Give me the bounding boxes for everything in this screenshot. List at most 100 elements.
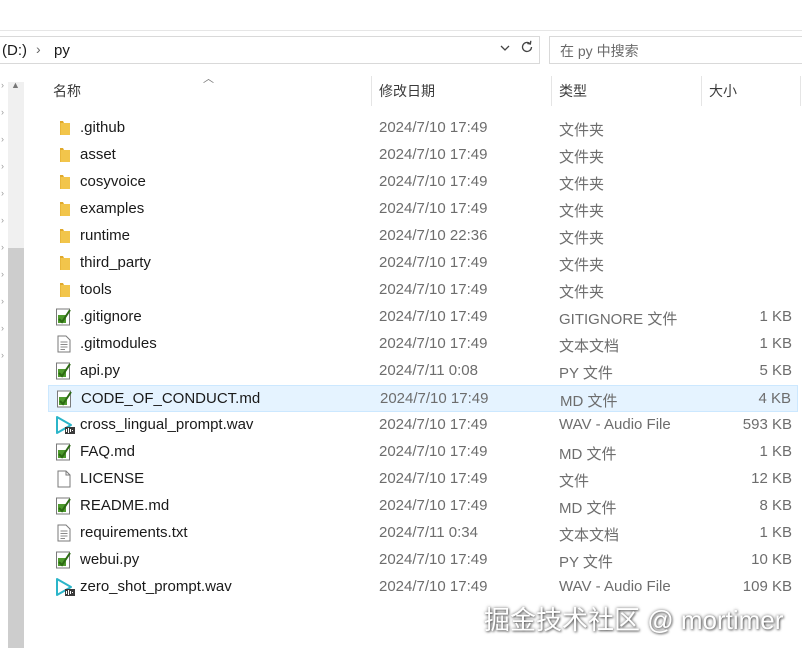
file-type: MD 文件: [559, 446, 617, 463]
sort-up-icon: ︿: [203, 73, 214, 85]
watermark: 掘金技术社区 @ mortimer: [484, 605, 784, 635]
file-row[interactable]: CODE_OF_CONDUCT.md 2024/7/10 17:49 MD 文件 4 …: [48, 385, 798, 412]
file-name: .gitmodules: [80, 335, 157, 352]
file-name: api.py: [80, 362, 121, 379]
file-row[interactable]: LICENSE 2024/7/10 17:49 文件 12 KB: [48, 466, 798, 493]
file-date: 2024/7/10 17:49: [379, 470, 488, 487]
file-size: 1 KB: [759, 335, 792, 352]
file-size: 12 KB: [751, 470, 792, 487]
pane-marker: ›: [1, 269, 4, 279]
file-date: 2024/7/10 17:49: [379, 119, 488, 136]
file-row[interactable]: runtime 2024/7/10 22:36 文件夹: [48, 223, 798, 250]
address-drive[interactable]: (D:): [2, 42, 27, 59]
pane-marker: ›: [1, 80, 4, 90]
file-date: 2024/7/10 17:49: [379, 335, 488, 352]
column-size[interactable]: 大小: [709, 72, 737, 110]
pane-marker: ›: [1, 215, 4, 225]
file-name: asset: [80, 146, 116, 163]
chevron-right-icon[interactable]: ›: [36, 41, 41, 57]
file-date: 2024/7/10 22:36: [379, 227, 488, 244]
file-name: CODE_OF_CONDUCT.md: [81, 390, 261, 407]
file-date: 2024/7/11 0:34: [379, 524, 478, 541]
column-divider[interactable]: [701, 76, 702, 106]
file-row[interactable]: .github 2024/7/10 17:49 文件夹: [48, 115, 798, 142]
file-type: 文件夹: [559, 122, 605, 139]
column-divider[interactable]: [371, 76, 372, 106]
scroll-up-icon[interactable]: ▲: [11, 80, 20, 90]
file-row[interactable]: tools 2024/7/10 17:49 文件夹: [48, 277, 798, 304]
column-type[interactable]: 类型: [559, 72, 587, 110]
file-name: FAQ.md: [80, 443, 136, 460]
file-name: cross_lingual_prompt.wav: [80, 416, 254, 433]
file-type: WAV - Audio File: [559, 416, 671, 433]
address-row: (D:) › py: [0, 36, 802, 66]
file-date: 2024/7/10 17:49: [379, 578, 488, 595]
file-type: 文件夹: [559, 149, 605, 166]
file-type: 文件夹: [559, 284, 605, 301]
file-size: 10 KB: [751, 551, 792, 568]
file-row[interactable]: webui.py 2024/7/10 17:49 PY 文件 10 KB: [48, 547, 798, 574]
file-type: GITIGNORE 文件: [559, 311, 678, 328]
file-type: PY 文件: [559, 365, 613, 382]
column-name[interactable]: 名称: [53, 72, 81, 110]
file-row[interactable]: zero_shot_prompt.wav 2024/7/10 17:49 WAV -…: [48, 574, 798, 601]
text-file-icon: [54, 334, 74, 354]
folder-icon: [54, 172, 74, 192]
title-area: [0, 0, 802, 31]
file-type: 文件: [559, 473, 590, 490]
file-type: WAV - Audio File: [559, 578, 671, 595]
file-date: 2024/7/10 17:49: [379, 146, 488, 163]
file-type: 文件夹: [559, 230, 605, 247]
file-row[interactable]: FAQ.md 2024/7/10 17:49 MD 文件 1 KB: [48, 439, 798, 466]
file-name: README.md: [80, 497, 170, 514]
file-name: .gitignore: [80, 308, 142, 325]
address-bar[interactable]: (D:) › py: [0, 36, 540, 64]
file-name: zero_shot_prompt.wav: [80, 578, 232, 595]
file-date: 2024/7/11 0:08: [379, 362, 478, 379]
file-row[interactable]: cross_lingual_prompt.wav 2024/7/10 17:49 W…: [48, 412, 798, 439]
file-date: 2024/7/10 17:49: [379, 308, 488, 325]
script-file-icon: [54, 442, 74, 462]
file-type: 文本文档: [559, 527, 620, 544]
file-type: PY 文件: [559, 554, 613, 571]
file-name: tools: [80, 281, 112, 298]
scrollbar-thumb[interactable]: [8, 248, 24, 648]
file-row[interactable]: examples 2024/7/10 17:49 文件夹: [48, 196, 798, 223]
script-file-icon: [54, 550, 74, 570]
folder-icon: [54, 199, 74, 219]
column-divider[interactable]: [551, 76, 552, 106]
file-type: 文件夹: [559, 176, 605, 193]
column-date[interactable]: 修改日期: [379, 72, 435, 110]
pane-marker: ›: [1, 134, 4, 144]
file-row[interactable]: requirements.txt 2024/7/11 0:34 文本文档 1 KB: [48, 520, 798, 547]
file-size: 1 KB: [759, 524, 792, 541]
file-row[interactable]: README.md 2024/7/10 17:49 MD 文件 8 KB: [48, 493, 798, 520]
address-folder[interactable]: py: [54, 42, 70, 59]
text-file-icon: [54, 523, 74, 543]
file-type: 文本文档: [559, 338, 620, 355]
pane-marker: ›: [1, 161, 4, 171]
file-type: MD 文件: [560, 393, 618, 410]
file-row[interactable]: .gitignore 2024/7/10 17:49 GITIGNORE 文件 1 K…: [48, 304, 798, 331]
file-date: 2024/7/10 17:49: [379, 416, 488, 433]
file-row[interactable]: cosyvoice 2024/7/10 17:49 文件夹: [48, 169, 798, 196]
pane-marker: ›: [1, 323, 4, 333]
file-date: 2024/7/10 17:49: [379, 254, 488, 271]
search-input[interactable]: [558, 40, 792, 62]
file-row[interactable]: .gitmodules 2024/7/10 17:49 文本文档 1 KB: [48, 331, 798, 358]
file-row[interactable]: asset 2024/7/10 17:49 文件夹: [48, 142, 798, 169]
folder-icon: [54, 280, 74, 300]
search-box[interactable]: [549, 36, 802, 64]
file-size: 1 KB: [759, 443, 792, 460]
column-header: 名称 ︿ 修改日期 类型 大小: [28, 72, 802, 110]
chevron-down-icon[interactable]: [499, 42, 511, 57]
file-size: 109 KB: [742, 578, 792, 595]
file-row[interactable]: third_party 2024/7/10 17:49 文件夹: [48, 250, 798, 277]
refresh-icon[interactable]: [516, 39, 538, 61]
file-date: 2024/7/10 17:49: [379, 281, 488, 298]
folder-icon: [54, 253, 74, 273]
script-file-icon: [54, 496, 74, 516]
column-divider[interactable]: [800, 76, 801, 106]
file-row[interactable]: api.py 2024/7/11 0:08 PY 文件 5 KB: [48, 358, 798, 385]
file-type: MD 文件: [559, 500, 617, 517]
